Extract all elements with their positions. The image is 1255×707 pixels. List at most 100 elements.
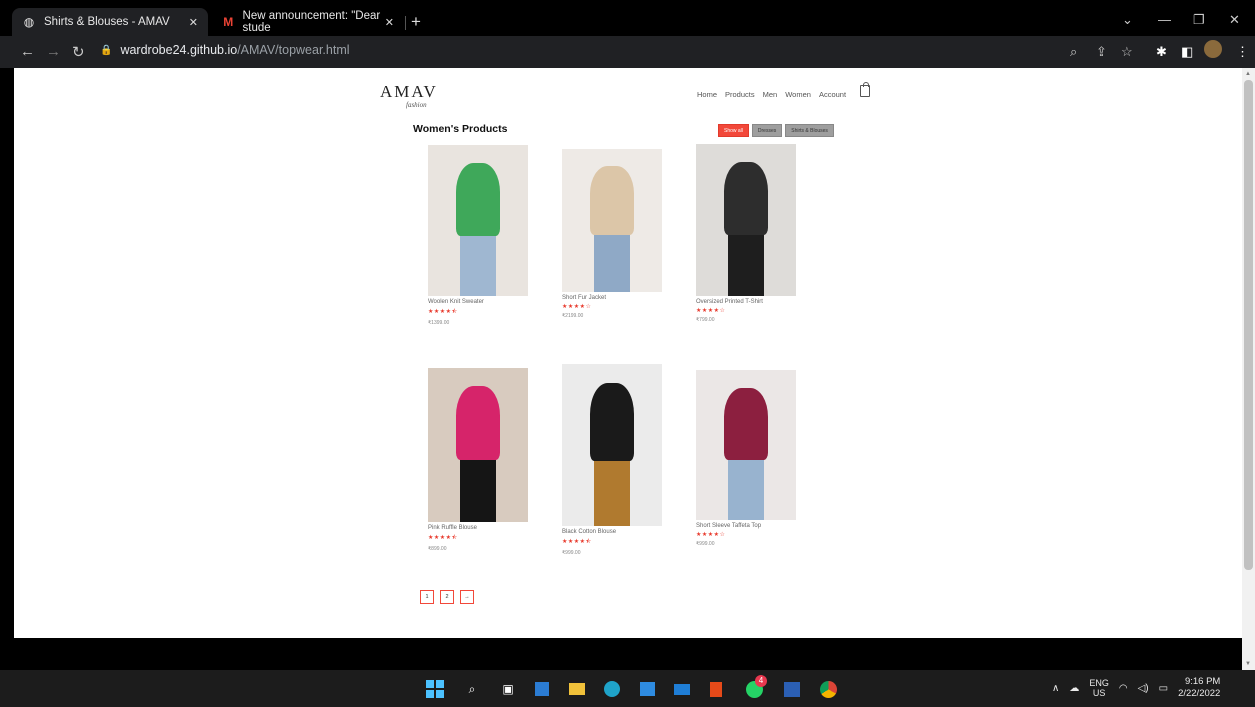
product-figure-lower <box>728 232 764 296</box>
page-1-button[interactable]: 1 <box>420 590 434 604</box>
address-bar[interactable]: 🔒 wardrobe24.github.io /AMAV/topwear.htm… <box>100 43 350 57</box>
whatsapp-icon[interactable]: 4 <box>744 675 767 699</box>
zoom-icon[interactable]: ⌕ <box>1070 44 1077 60</box>
product-image[interactable] <box>696 144 796 296</box>
nav-account[interactable]: Account <box>819 90 846 99</box>
clock-date: 2/22/2022 <box>1178 688 1221 699</box>
filter-show-all[interactable]: Show all <box>718 124 749 137</box>
gmail-icon: M <box>223 15 234 29</box>
pagination: 1 2 → <box>420 590 474 604</box>
product-price: ₹2199.00 <box>562 313 584 319</box>
tab-separator <box>405 16 406 30</box>
scroll-up-icon[interactable]: ▲ <box>1245 71 1251 77</box>
weather-icon[interactable]: ☁ <box>1069 683 1079 694</box>
product-figure-lower <box>460 232 496 296</box>
mail-icon[interactable] <box>672 679 692 699</box>
product-card[interactable]: Black Cotton Blouse ★★★★⯪ ₹999.00 <box>562 364 662 556</box>
reload-icon[interactable]: ↻ <box>72 43 85 61</box>
site-logo[interactable]: AMAV <box>380 82 438 102</box>
product-figure-lower <box>594 457 630 526</box>
nav-men[interactable]: Men <box>763 90 778 99</box>
file-explorer-icon[interactable] <box>567 679 587 699</box>
menu-icon[interactable]: ⋮ <box>1236 44 1249 60</box>
product-figure <box>590 383 634 462</box>
profile-avatar[interactable] <box>1204 40 1222 58</box>
tray-chevron-icon[interactable]: ∧ <box>1052 683 1059 694</box>
product-rating: ★★★★☆ <box>696 532 726 538</box>
edge-icon[interactable] <box>602 679 622 699</box>
product-rating: ★★★★☆ <box>696 308 726 314</box>
word-icon[interactable] <box>782 679 802 699</box>
page-title: Women's Products <box>413 123 508 135</box>
nav-home[interactable]: Home <box>697 90 717 99</box>
office-icon[interactable] <box>706 679 726 699</box>
tab-announcement[interactable]: M New announcement: "Dear stude ✕ <box>212 8 404 36</box>
side-panel-icon[interactable]: ◧ <box>1181 44 1193 60</box>
share-icon[interactable]: ⇪ <box>1096 44 1107 60</box>
site-logo-sub: fashion <box>406 101 427 109</box>
windows-start-icon[interactable] <box>425 679 445 699</box>
product-figure <box>724 388 768 460</box>
task-view-icon[interactable]: ▣ <box>498 679 518 699</box>
forward-icon[interactable]: → <box>46 43 61 60</box>
product-card[interactable]: Woolen Knit Sweater ★★★★⯪ ₹1399.00 <box>428 145 528 326</box>
clock[interactable]: 9:16 PM 2/22/2022 <box>1178 676 1220 700</box>
filter-shirts-blouses[interactable]: Shirts & Blouses <box>785 124 834 137</box>
product-figure <box>456 386 500 461</box>
filter-buttons: Show all Dresses Shirts & Blouses <box>718 124 834 137</box>
product-rating: ★★★★⯪ <box>562 539 592 545</box>
next-page-button[interactable]: → <box>460 590 474 604</box>
screen: ◍ Shirts & Blouses - AMAV ✕ M New announ… <box>0 0 1255 707</box>
close-tab-icon[interactable]: ✕ <box>385 16 394 29</box>
wifi-icon[interactable]: ◠ <box>1119 683 1128 694</box>
product-rating: ★★★★☆ <box>562 304 592 310</box>
lang-bottom: US <box>1092 688 1106 698</box>
nav-women[interactable]: Women <box>785 90 811 99</box>
product-name: Oversized Printed T-Shirt <box>696 299 763 305</box>
product-name: Woolen Knit Sweater <box>428 299 484 305</box>
store-icon[interactable] <box>637 679 657 699</box>
product-image[interactable] <box>696 370 796 520</box>
language-indicator[interactable]: ENG US <box>1089 678 1109 698</box>
tab-title: New announcement: "Dear stude <box>242 10 381 34</box>
tab-search-icon[interactable]: ⌄ <box>1122 12 1133 28</box>
shopping-bag-icon[interactable] <box>860 82 870 97</box>
product-card[interactable]: Short Fur Jacket ★★★★☆ ₹2199.00 <box>562 149 662 319</box>
close-window-icon[interactable]: ✕ <box>1229 12 1240 28</box>
product-figure <box>456 163 500 236</box>
product-image[interactable] <box>428 145 528 296</box>
product-image[interactable] <box>562 364 662 526</box>
battery-icon[interactable]: ▭ <box>1159 683 1168 694</box>
page-footer <box>14 638 1242 670</box>
product-card[interactable]: Oversized Printed T-Shirt ★★★★☆ ₹799.00 <box>696 144 796 323</box>
page-2-button[interactable]: 2 <box>440 590 454 604</box>
url-path: /AMAV/topwear.html <box>237 43 350 57</box>
scrollbar-thumb[interactable] <box>1244 80 1253 570</box>
product-image[interactable] <box>562 149 662 292</box>
lang-top: ENG <box>1089 678 1109 688</box>
chrome-icon[interactable] <box>818 679 838 699</box>
filter-dresses[interactable]: Dresses <box>751 124 783 137</box>
tab-title: Shirts & Blouses - AMAV <box>44 16 170 28</box>
product-image[interactable] <box>428 368 528 522</box>
back-icon[interactable]: ← <box>20 43 35 60</box>
tab-shirts-blouses[interactable]: ◍ Shirts & Blouses - AMAV ✕ <box>12 8 208 36</box>
scroll-down-icon[interactable]: ▼ <box>1245 661 1251 667</box>
extensions-icon[interactable]: ✱ <box>1156 44 1167 60</box>
product-rating: ★★★★⯪ <box>428 535 458 541</box>
maximize-icon[interactable]: ❐ <box>1193 12 1205 28</box>
volume-icon[interactable]: ◁) <box>1138 683 1149 694</box>
search-icon[interactable]: ⌕ <box>462 679 482 699</box>
bookmark-star-icon[interactable]: ☆ <box>1121 44 1133 60</box>
product-card[interactable]: Short Sleeve Taffeta Top ★★★★☆ ₹999.00 <box>696 370 796 547</box>
notification-badge: 4 <box>755 675 767 687</box>
close-tab-icon[interactable]: ✕ <box>189 16 198 29</box>
minimize-icon[interactable]: — <box>1158 12 1171 27</box>
product-price: ₹799.00 <box>696 317 715 323</box>
product-price: ₹899.00 <box>428 546 447 552</box>
product-card[interactable]: Pink Ruffle Blouse ★★★★⯪ ₹899.00 <box>428 368 528 552</box>
product-rating: ★★★★⯪ <box>428 309 458 315</box>
widgets-icon[interactable] <box>532 679 552 699</box>
new-tab-button[interactable]: + <box>411 12 421 32</box>
nav-products[interactable]: Products <box>725 90 755 99</box>
